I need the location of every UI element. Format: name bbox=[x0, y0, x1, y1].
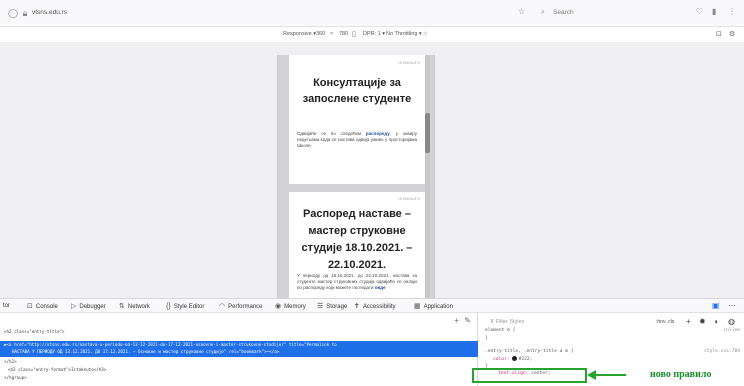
browser-toolbar: ◯ 🔒︎ vtsns.edu.rs ☆ ⌕ Search ♡ ▮ ⋮ bbox=[0, 0, 744, 27]
responsive-mode-icon[interactable]: ▣ bbox=[712, 301, 720, 310]
pseudo-class-toggle[interactable]: :hov .cls bbox=[656, 319, 674, 325]
eyedropper-icon[interactable]: ✎ bbox=[464, 316, 471, 325]
add-rule-icon[interactable]: + bbox=[686, 317, 691, 326]
markup-panel: + ✎ <h2 class="entry-title"> ▶<a href="h… bbox=[0, 313, 478, 386]
settings-icon[interactable]: ⚙ bbox=[729, 30, 735, 39]
pocket-icon[interactable]: ♡ bbox=[696, 7, 703, 16]
light-mode-icon[interactable]: ✹ bbox=[699, 317, 706, 326]
tab-storage[interactable]: ☰ Storage bbox=[317, 302, 347, 312]
post-title[interactable]: Распоред наставе – мастер струковне студ… bbox=[295, 206, 419, 274]
post-card: ISTAKNUTO Распоред наставе – мастер стру… bbox=[289, 192, 425, 298]
post-card: ISTAKNUTO Консултације за запослене студ… bbox=[289, 55, 425, 184]
tab-inspector[interactable]: tor bbox=[3, 302, 10, 311]
dpr-selector[interactable]: DPR: 1 ▾ bbox=[363, 30, 385, 39]
storage-icon: ☰ bbox=[317, 303, 324, 310]
add-node-icon[interactable]: + bbox=[454, 316, 459, 325]
color-declaration[interactable]: color: #222; bbox=[493, 356, 532, 363]
post-category: ISTAKNUTO bbox=[398, 61, 420, 65]
selected-node[interactable]: ▶<a href="http://vtsns.edu.rs/nastava-u-… bbox=[0, 341, 478, 357]
size-separator: × bbox=[330, 31, 334, 37]
touch-icon[interactable]: ☝ bbox=[423, 30, 427, 39]
markup-line[interactable]: НАСТАВА У ПЕРИОДУ ОД 13.12.2021. ДО 17.1… bbox=[12, 349, 279, 355]
rule-selector[interactable]: .entry-title, .entry-title a ⚙ { bbox=[485, 349, 574, 355]
markup-line[interactable]: </hgroup> bbox=[4, 375, 27, 381]
device-selector[interactable]: Responsive ▾ bbox=[283, 30, 316, 39]
here-link[interactable]: овде bbox=[375, 285, 386, 290]
post-category: ISTAKNUTO bbox=[398, 197, 420, 201]
search-field[interactable]: ⌕ Search bbox=[537, 7, 667, 20]
overflow-menu-icon[interactable]: ⋯ bbox=[728, 301, 736, 310]
device-frame: ISTAKNUTO Консултације за запослене студ… bbox=[277, 55, 435, 298]
highlight-box bbox=[472, 368, 587, 383]
tab-memory[interactable]: ◉ Memory bbox=[275, 302, 306, 312]
filter-styles-input[interactable]: ⊽ Filter Styles bbox=[490, 319, 524, 325]
inline-source[interactable]: inline bbox=[723, 328, 740, 334]
responsive-viewport: ISTAKNUTO Консултације за запослене студ… bbox=[0, 42, 744, 298]
rotate-icon[interactable]: ▯ bbox=[352, 30, 356, 39]
tab-accessibility[interactable]: ✝ Accessibility bbox=[354, 302, 396, 312]
memory-icon: ◉ bbox=[275, 303, 282, 310]
screenshot-icon[interactable]: ⊡ bbox=[716, 30, 722, 39]
post-excerpt: У периоду од 18.10.2021. до 22.10.2021. … bbox=[297, 273, 417, 291]
tab-style-editor[interactable]: {} Style Editor bbox=[166, 302, 204, 312]
schedule-link[interactable]: распореду bbox=[366, 131, 390, 136]
gauge-icon: ◠ bbox=[219, 303, 226, 310]
tab-application[interactable]: ▦ Application bbox=[414, 302, 453, 312]
tab-debugger[interactable]: ▷ Debugger bbox=[71, 302, 106, 312]
search-icon: ⌕ bbox=[541, 9, 545, 16]
dark-mode-icon[interactable]: ◑ bbox=[713, 317, 718, 326]
devtools-tab-bar: tor ⊡ Console ▷ Debugger ⇅ Network {} Style … bbox=[0, 298, 744, 313]
scrollbar-thumb[interactable] bbox=[425, 113, 430, 153]
post-title[interactable]: Консултације за запослене студенте bbox=[295, 75, 419, 107]
bookmark-star-icon[interactable]: ☆ bbox=[518, 7, 525, 16]
width-input[interactable]: 360 bbox=[316, 30, 325, 39]
extensions-icon[interactable]: ▮ bbox=[712, 7, 716, 16]
responsive-toolbar: Responsive ▾ 360 × 780 ▯ DPR: 1 ▾ No Thr… bbox=[0, 27, 744, 42]
annotation-label: ново правило bbox=[650, 369, 712, 380]
post-excerpt: Одвијаће се по следећем распореду, у окв… bbox=[297, 131, 417, 149]
markup-line[interactable]: </h2> bbox=[4, 359, 17, 365]
braces-icon: {} bbox=[166, 303, 171, 310]
tab-network[interactable]: ⇅ Network bbox=[119, 302, 150, 312]
lock-icon[interactable]: 🔒︎ bbox=[20, 8, 30, 18]
application-icon: ▦ bbox=[414, 303, 421, 310]
markup-line[interactable]: ▶<a href="http://vtsns.edu.rs/nastava-u-… bbox=[4, 342, 337, 348]
console-icon: ⊡ bbox=[27, 303, 33, 310]
height-input[interactable]: 780 bbox=[339, 30, 348, 39]
screen: ◯ 🔒︎ vtsns.edu.rs ☆ ⌕ Search ♡ ▮ ⋮ Respo… bbox=[0, 0, 744, 386]
debugger-icon: ▷ bbox=[71, 303, 77, 310]
network-icon: ⇅ bbox=[119, 303, 125, 310]
shield-icon[interactable]: ◯ bbox=[8, 8, 18, 18]
print-media-icon[interactable]: ◍ bbox=[728, 317, 735, 326]
menu-icon[interactable]: ⋮ bbox=[728, 7, 736, 16]
annotation-arrow-line bbox=[594, 374, 626, 376]
markup-line[interactable]: <h3 class="entry-format">Istaknuto</h3> bbox=[8, 367, 106, 373]
stylesheet-link[interactable]: style.css:784 bbox=[704, 349, 740, 355]
color-swatch bbox=[511, 356, 517, 361]
throttling-selector[interactable]: No Throttling ▾ bbox=[386, 30, 422, 39]
accessibility-icon: ✝ bbox=[354, 303, 360, 310]
tab-console[interactable]: ⊡ Console bbox=[27, 302, 58, 312]
url-field[interactable]: vtsns.edu.rs bbox=[32, 8, 67, 18]
scrollbar[interactable] bbox=[425, 55, 430, 298]
element-rule-selector[interactable]: element ⚙ { bbox=[485, 328, 515, 334]
markup-line[interactable]: <h2 class="entry-title"> bbox=[4, 329, 65, 335]
tab-performance[interactable]: ◠ Performance bbox=[219, 302, 262, 312]
